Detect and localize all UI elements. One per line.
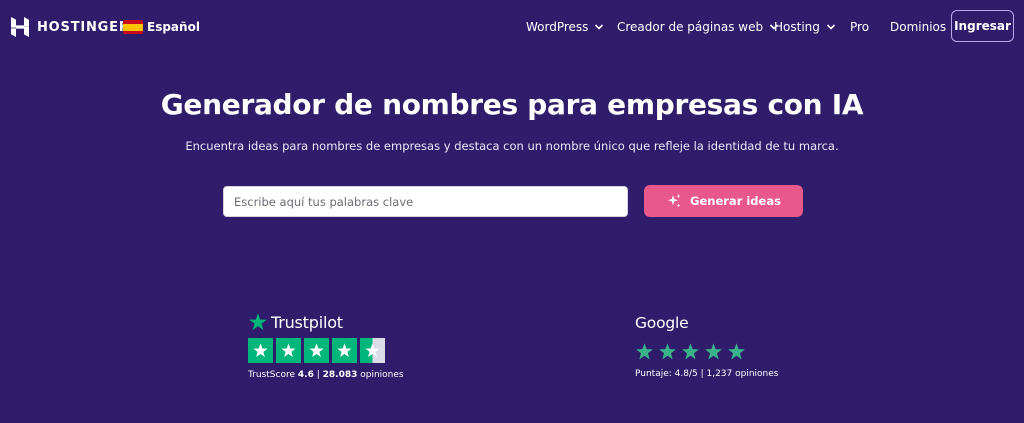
trustscore-value: 4.6: [297, 370, 314, 380]
google-stars: [635, 342, 778, 361]
review-count-label: opiniones: [360, 370, 404, 380]
nav-item-label: Dominios: [890, 20, 947, 34]
nav-item-wordpress[interactable]: WordPress: [526, 17, 604, 37]
star-icon: [248, 338, 273, 363]
page-subtitle: Encuentra ideas para nombres de empresas…: [185, 139, 839, 153]
trustpilot-star-icon: [249, 313, 267, 331]
sparkles-icon: [668, 194, 681, 208]
trustpilot-brand: Trustpilot: [271, 312, 343, 332]
nav-item-hosting[interactable]: Hosting: [774, 17, 836, 37]
page-title: Generador de nombres para empresas con I…: [160, 88, 864, 121]
google-rating[interactable]: Google Puntaje: 4.8/5 | 1,237 opiniones: [635, 314, 778, 379]
hostinger-logo-icon: [11, 17, 29, 37]
trustpilot-score: TrustScore 4.6 | 28.083 opiniones: [248, 370, 404, 380]
chevron-down-icon: [826, 24, 835, 30]
chevron-down-icon: [595, 24, 604, 30]
language-label: Español: [147, 20, 200, 34]
nav-item-page-builder[interactable]: Creador de páginas web: [617, 17, 779, 37]
keywords-search-input[interactable]: [223, 186, 628, 217]
google-score: Puntaje: 4.8/5 | 1,237 opiniones: [635, 369, 779, 379]
hostinger-logo[interactable]: HOSTINGER: [11, 16, 130, 38]
nav-item-label: Creador de páginas web: [617, 20, 764, 34]
star-icon: [705, 343, 722, 360]
generate-ideas-label: Generar ideas: [690, 194, 781, 208]
star-icon: [682, 343, 699, 360]
review-count: 28.083: [322, 370, 358, 380]
brand-name: HOSTINGER: [37, 19, 130, 35]
spain-flag-icon: [123, 20, 143, 34]
nav-item-label: WordPress: [526, 20, 589, 34]
trustscore-label: TrustScore: [248, 370, 296, 380]
score-separator: |: [316, 370, 320, 380]
nav-item-domains[interactable]: Dominios: [890, 17, 946, 37]
nav-item-pro[interactable]: Pro: [850, 17, 869, 37]
star-icon: [276, 338, 301, 363]
nav-item-label: Hosting: [774, 20, 820, 34]
star-icon: [728, 343, 745, 360]
star-icon: [332, 338, 357, 363]
language-selector[interactable]: Español: [123, 18, 200, 36]
top-navigation: HOSTINGER Español WordPress Creador de p…: [0, 0, 1024, 54]
generate-ideas-button[interactable]: Generar ideas: [644, 185, 803, 217]
trustpilot-logo: Trustpilot: [248, 311, 404, 333]
star-icon: [636, 343, 653, 360]
trustpilot-rating[interactable]: Trustpilot TrustScore 4.6 | 28.083 opini…: [248, 311, 404, 380]
star-icon: [659, 343, 676, 360]
trustpilot-stars: [248, 338, 404, 363]
nav-item-label: Pro: [850, 20, 870, 34]
google-logo: Google: [635, 314, 689, 332]
star-icon: [304, 338, 329, 363]
half-star-icon: [360, 338, 385, 363]
login-button[interactable]: Ingresar: [951, 10, 1014, 42]
